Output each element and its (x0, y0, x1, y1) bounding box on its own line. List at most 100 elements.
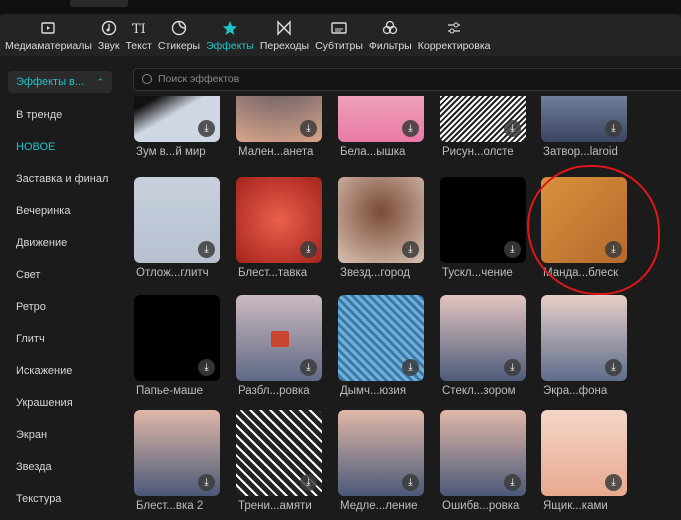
tab-text[interactable]: TI Текст (122, 14, 154, 52)
search-placeholder: Поиск эффектов (158, 73, 240, 85)
effect-thumbnail: ⤓ (541, 177, 627, 263)
sidebar-item[interactable]: Глитч (16, 333, 45, 345)
tab-label: Текст (125, 40, 152, 52)
effect-thumbnail: ⤓ (236, 410, 322, 496)
tab-label: Медиаматериалы (5, 40, 92, 52)
download-icon[interactable]: ⤓ (198, 474, 215, 491)
download-icon[interactable]: ⤓ (300, 120, 317, 137)
download-icon[interactable]: ⤓ (504, 241, 521, 258)
effect-card[interactable]: ⤓ Ошибв...ровка (440, 410, 526, 512)
download-icon[interactable]: ⤓ (504, 120, 521, 137)
effect-label: Зум в...й мир (136, 146, 206, 158)
sidebar-item[interactable]: НОВОЕ (16, 141, 55, 153)
sidebar-item[interactable]: Ретро (16, 301, 46, 313)
effect-label: Бела...ышка (340, 146, 406, 158)
search-input[interactable]: Поиск эффектов (133, 68, 681, 91)
main-toolbar: Медиаматериалы Звук TI Текст Стикеры Эффекты П… (0, 14, 681, 56)
effect-card[interactable]: ⤓ Трени...амяти (236, 410, 322, 512)
tab-subtitles[interactable]: Субтитры (312, 14, 366, 52)
effect-label: Звезд...город (340, 267, 410, 279)
effect-label: Рисун...олсте (442, 146, 514, 158)
sidebar-item[interactable]: Звезда (16, 461, 52, 473)
effect-label: Манда...блеск (543, 267, 619, 279)
effect-label: Затвор...laroid (543, 146, 618, 158)
effect-label: Мален...анета (238, 146, 314, 158)
download-icon[interactable]: ⤓ (198, 359, 215, 376)
download-icon[interactable]: ⤓ (300, 359, 317, 376)
sidebar-item[interactable]: Текстура (16, 493, 61, 505)
download-icon[interactable]: ⤓ (605, 474, 622, 491)
effect-label: Ящик...ками (543, 500, 608, 512)
effect-label: Тускл...чение (442, 267, 513, 279)
tab-media[interactable]: Медиаматериалы (2, 14, 95, 52)
download-icon[interactable]: ⤓ (504, 474, 521, 491)
download-icon[interactable]: ⤓ (402, 120, 419, 137)
download-icon[interactable]: ⤓ (300, 474, 317, 491)
effect-card[interactable]: ⤓ Медле...ление (338, 410, 424, 512)
effect-card[interactable]: ⤓ Звезд...город (338, 177, 424, 279)
effect-thumbnail: ⤓ (541, 295, 627, 381)
tab-sticker[interactable]: Стикеры (155, 14, 203, 52)
download-icon[interactable]: ⤓ (605, 120, 622, 137)
tab-label: Звук (97, 40, 120, 52)
transition-icon (277, 20, 292, 36)
sidebar-item[interactable]: Экран (16, 429, 47, 441)
effect-label: Медле...ление (340, 500, 418, 512)
download-icon[interactable]: ⤓ (402, 359, 419, 376)
effect-label: Блест...тавка (238, 267, 308, 279)
effect-thumbnail: ⤓ (338, 410, 424, 496)
effect-label: Дымч...юзия (340, 385, 407, 397)
effect-card[interactable]: ⤓ Отлож...глитч (134, 177, 220, 279)
sidebar-item[interactable]: В тренде (16, 109, 62, 121)
sidebar-item[interactable]: Движение (16, 237, 67, 249)
download-icon[interactable]: ⤓ (605, 359, 622, 376)
tab-label: Фильтры (368, 40, 412, 52)
effect-card[interactable]: ⤓ Экра...фона (541, 295, 627, 397)
effect-thumbnail: ⤓ (541, 410, 627, 496)
download-icon[interactable]: ⤓ (300, 241, 317, 258)
sidebar-item[interactable]: Вечеринка (16, 205, 70, 217)
effect-card[interactable]: ⤓ Манда...блеск (541, 177, 627, 279)
effect-card[interactable]: ⤓ Разбл...ровка (236, 295, 322, 397)
tab-label: Эффекты (206, 40, 254, 52)
sidebar-item[interactable]: Свет (16, 269, 40, 281)
effects-star-icon (222, 21, 237, 35)
chevron-up-icon: ⌃ (96, 77, 104, 87)
download-icon[interactable]: ⤓ (402, 241, 419, 258)
download-icon[interactable]: ⤓ (504, 359, 521, 376)
download-icon[interactable]: ⤓ (605, 241, 622, 258)
effect-thumbnail: ⤓ (338, 177, 424, 263)
effect-thumbnail: ⤓ (134, 410, 220, 496)
effects-sidebar (0, 56, 122, 520)
text-icon: TI (132, 22, 146, 37)
effect-card[interactable]: ⤓ Тускл...чение (440, 177, 526, 279)
dropdown-label: Эффекты в... (16, 76, 85, 88)
effect-card[interactable]: ⤓ Блест...вка 2 (134, 410, 220, 512)
effect-card[interactable]: ⤓ Блест...тавка (236, 177, 322, 279)
sidebar-item[interactable]: Украшения (16, 397, 73, 409)
download-icon[interactable]: ⤓ (402, 474, 419, 491)
sidebar-item[interactable]: Искажение (16, 365, 72, 377)
download-icon[interactable]: ⤓ (198, 120, 215, 137)
tab-transition[interactable]: Переходы (257, 14, 312, 52)
tab-filters[interactable]: Фильтры (366, 14, 415, 52)
category-dropdown[interactable]: Эффекты в... ⌃ (8, 71, 112, 93)
search-icon (142, 74, 152, 84)
title-bar (0, 0, 681, 14)
effect-card[interactable]: ⤓ Папье-маше (134, 295, 220, 397)
filters-icon (383, 20, 398, 35)
tab-effects-star[interactable]: Эффекты (203, 14, 257, 52)
sidebar-item[interactable]: Заставка и финал (16, 173, 108, 185)
effect-label: Отлож...глитч (136, 267, 209, 279)
effect-card[interactable]: ⤓ Ящик...ками (541, 410, 627, 512)
effect-label: Экра...фона (543, 385, 608, 397)
tab-label: Стикеры (157, 40, 201, 52)
download-icon[interactable]: ⤓ (198, 241, 215, 258)
tab-music[interactable]: Звук (95, 14, 123, 52)
lock-icon (271, 331, 289, 347)
tab-adjust[interactable]: Корректировка (415, 14, 494, 52)
effect-card[interactable]: ⤓ Дымч...юзия (338, 295, 424, 397)
window-tab[interactable] (70, 0, 128, 7)
effect-card[interactable]: ⤓ Стекл...зором (440, 295, 526, 397)
svg-text:TI: TI (132, 22, 146, 37)
